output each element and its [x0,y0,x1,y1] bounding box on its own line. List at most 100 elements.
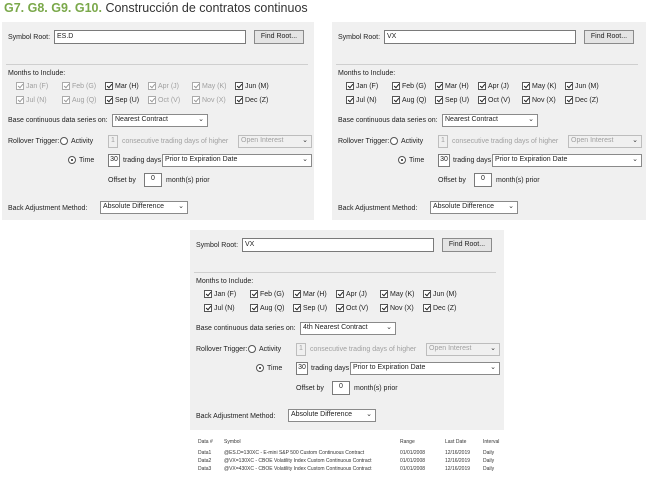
month-checkbox-6[interactable]: Jul (N) [346,96,377,104]
month-checkbox-11[interactable]: Dec (Z) [565,96,598,104]
month-checkbox-10[interactable]: Nov (X) [380,304,414,312]
base-series-dropdown[interactable]: Nearest Contract ⌄ [112,114,208,127]
month-checkbox-0[interactable]: Jan (F) [346,82,378,90]
month-checkbox-1[interactable]: Feb (G) [62,82,96,90]
time-basis-dropdown[interactable]: Prior to Expiration Date ⌄ [162,154,312,167]
checkbox-icon[interactable] [235,82,243,90]
time-radio[interactable] [68,156,76,164]
month-checkbox-0[interactable]: Jan (F) [16,82,48,90]
time-basis-dropdown[interactable]: Prior to Expiration Date ⌄ [492,154,642,167]
month-checkbox-11[interactable]: Dec (Z) [235,96,268,104]
offset-months-input[interactable]: 0 [144,173,162,187]
activity-days-input[interactable]: 1 [438,135,448,148]
activity-days-input[interactable]: 1 [108,135,118,148]
offset-months-input[interactable]: 0 [474,173,492,187]
checkbox-icon[interactable] [293,304,301,312]
base-series-dropdown[interactable]: Nearest Contract ⌄ [442,114,538,127]
month-checkbox-9[interactable]: Oct (V) [336,304,368,312]
month-checkbox-1[interactable]: Feb (G) [250,290,284,298]
find-root-button[interactable]: Find Root... [584,30,634,44]
checkbox-icon[interactable] [565,96,573,104]
month-checkbox-8[interactable]: Sep (U) [105,96,139,104]
month-checkbox-1[interactable]: Feb (G) [392,82,426,90]
time-radio[interactable] [398,156,406,164]
checkbox-icon[interactable] [336,290,344,298]
month-checkbox-5[interactable]: Jun (M) [235,82,269,90]
checkbox-icon[interactable] [435,96,443,104]
find-root-button[interactable]: Find Root... [254,30,304,44]
time-days-input[interactable]: 30 [108,154,120,167]
checkbox-icon[interactable] [293,290,301,298]
checkbox-icon[interactable] [105,82,113,90]
checkbox-icon[interactable] [380,290,388,298]
checkbox-icon[interactable] [204,304,212,312]
symbol-root-input[interactable]: VX [384,30,576,44]
month-checkbox-4[interactable]: May (K) [522,82,557,90]
checkbox-icon[interactable] [346,96,354,104]
checkbox-icon[interactable] [62,82,70,90]
back-adjustment-dropdown[interactable]: Absolute Difference ⌄ [430,201,518,214]
checkbox-icon[interactable] [16,82,24,90]
month-checkbox-7[interactable]: Aug (Q) [250,304,285,312]
month-checkbox-6[interactable]: Jul (N) [204,304,235,312]
checkbox-icon[interactable] [235,96,243,104]
checkbox-icon[interactable] [522,82,530,90]
month-checkbox-9[interactable]: Oct (V) [478,96,510,104]
time-basis-dropdown[interactable]: Prior to Expiration Date ⌄ [350,362,500,375]
month-checkbox-8[interactable]: Sep (U) [293,304,327,312]
checkbox-icon[interactable] [250,304,258,312]
activity-measure-dropdown[interactable]: Open Interest ⌄ [426,343,500,356]
time-radio[interactable] [256,364,264,372]
time-days-input[interactable]: 30 [296,362,308,375]
month-checkbox-9[interactable]: Oct (V) [148,96,180,104]
month-checkbox-2[interactable]: Mar (H) [435,82,469,90]
checkbox-icon[interactable] [192,82,200,90]
checkbox-icon[interactable] [380,304,388,312]
checkbox-icon[interactable] [423,304,431,312]
month-checkbox-3[interactable]: Apr (J) [336,290,367,298]
checkbox-icon[interactable] [336,304,344,312]
checkbox-icon[interactable] [250,290,258,298]
checkbox-icon[interactable] [204,290,212,298]
month-checkbox-3[interactable]: Apr (J) [478,82,509,90]
month-checkbox-3[interactable]: Apr (J) [148,82,179,90]
checkbox-icon[interactable] [392,82,400,90]
month-checkbox-6[interactable]: Jul (N) [16,96,47,104]
back-adjustment-dropdown[interactable]: Absolute Difference ⌄ [288,409,376,422]
activity-radio[interactable] [248,345,256,353]
checkbox-icon[interactable] [435,82,443,90]
checkbox-icon[interactable] [148,96,156,104]
back-adjustment-dropdown[interactable]: Absolute Difference ⌄ [100,201,188,214]
activity-measure-dropdown[interactable]: Open Interest ⌄ [238,135,312,148]
month-checkbox-7[interactable]: Aug (Q) [392,96,427,104]
month-checkbox-10[interactable]: Nov (X) [522,96,556,104]
activity-days-input[interactable]: 1 [296,343,306,356]
checkbox-icon[interactable] [478,96,486,104]
offset-months-input[interactable]: 0 [332,381,350,395]
checkbox-icon[interactable] [346,82,354,90]
month-checkbox-5[interactable]: Jun (M) [423,290,457,298]
month-checkbox-8[interactable]: Sep (U) [435,96,469,104]
month-checkbox-2[interactable]: Mar (H) [293,290,327,298]
base-series-dropdown[interactable]: 4th Nearest Contract ⌄ [300,322,396,335]
activity-radio[interactable] [390,137,398,145]
month-checkbox-4[interactable]: May (K) [192,82,227,90]
checkbox-icon[interactable] [16,96,24,104]
symbol-root-input[interactable]: ES.D [54,30,246,44]
time-days-input[interactable]: 30 [438,154,450,167]
checkbox-icon[interactable] [192,96,200,104]
checkbox-icon[interactable] [105,96,113,104]
symbol-root-input[interactable]: VX [242,238,434,252]
month-checkbox-7[interactable]: Aug (Q) [62,96,97,104]
month-checkbox-4[interactable]: May (K) [380,290,415,298]
checkbox-icon[interactable] [522,96,530,104]
activity-measure-dropdown[interactable]: Open Interest ⌄ [568,135,642,148]
month-checkbox-10[interactable]: Nov (X) [192,96,226,104]
month-checkbox-0[interactable]: Jan (F) [204,290,236,298]
activity-radio[interactable] [60,137,68,145]
checkbox-icon[interactable] [565,82,573,90]
checkbox-icon[interactable] [423,290,431,298]
month-checkbox-2[interactable]: Mar (H) [105,82,139,90]
find-root-button[interactable]: Find Root... [442,238,492,252]
month-checkbox-11[interactable]: Dec (Z) [423,304,456,312]
